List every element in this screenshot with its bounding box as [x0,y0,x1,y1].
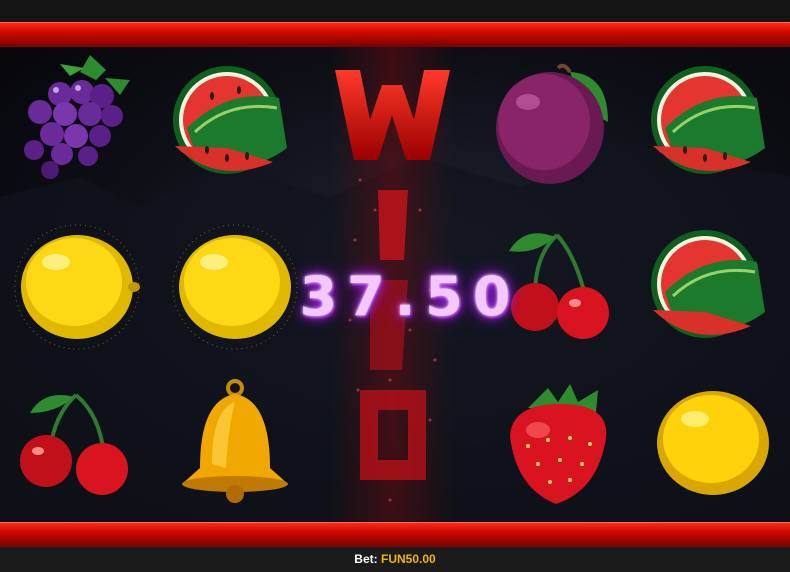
plum-symbol [490,58,620,188]
grapes-symbol [10,50,140,180]
bet-value: FUN50.00 [380,552,436,566]
lemon-symbol [655,385,785,515]
strawberry-symbol [498,380,628,510]
watermelon-symbol [167,58,297,188]
bet-bar: Bet: FUN50.00 [0,547,790,572]
bell-symbol [170,378,300,508]
lemon-symbol [12,222,142,352]
reel-frame-bottom [0,522,790,548]
watermelon-symbol [645,58,775,188]
top-strip [0,0,790,22]
bet-label: Bet: [354,552,378,566]
reel-frame-top [0,22,790,48]
win-amount: 37.50 [299,265,521,328]
cherries-symbol [10,385,140,515]
watermelon-symbol [645,222,775,352]
